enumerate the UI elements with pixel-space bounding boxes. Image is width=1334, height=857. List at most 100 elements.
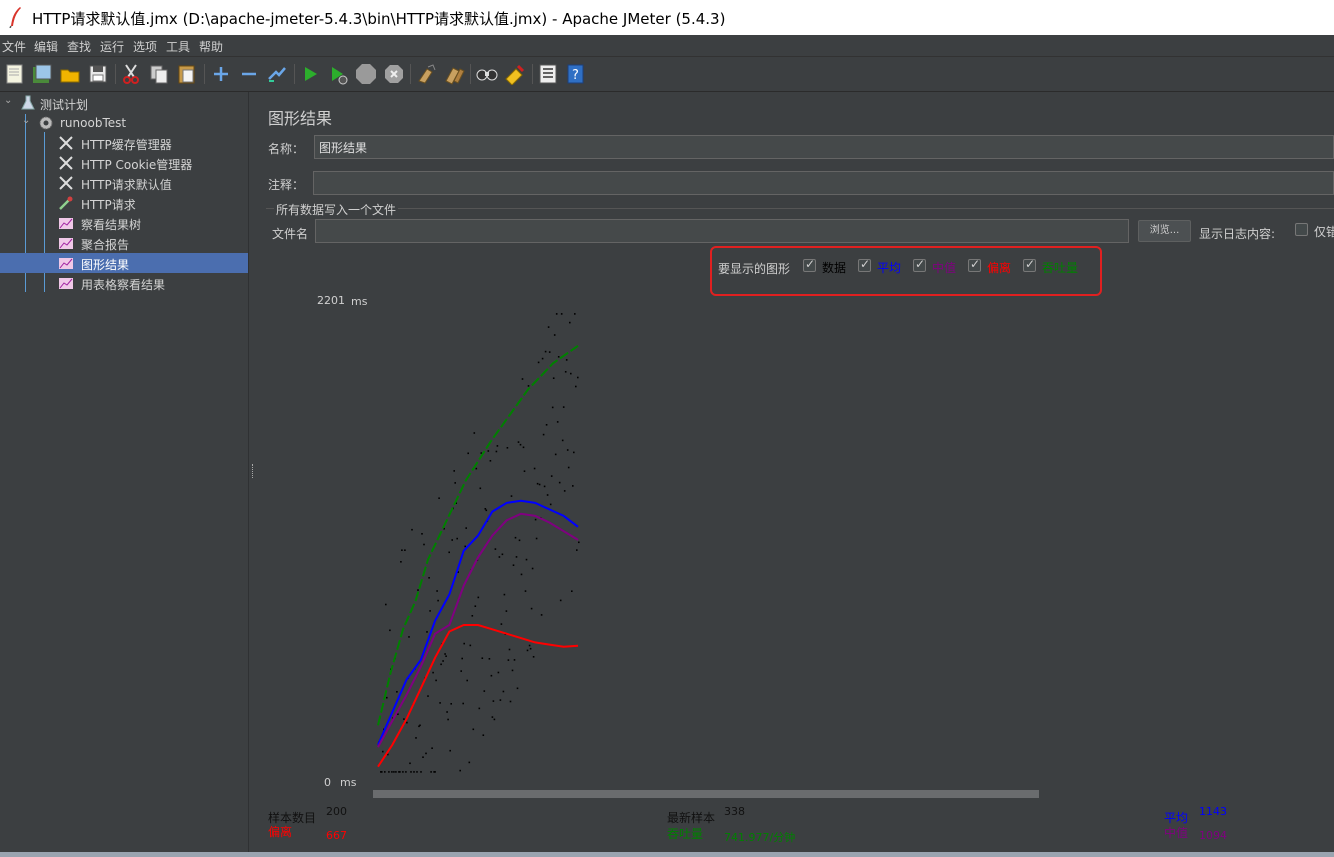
data-point — [427, 695, 429, 697]
y-min-unit: ms — [340, 776, 357, 789]
tree-node-results-tree[interactable]: 察看结果树 — [0, 213, 248, 233]
drag-handle-icon[interactable] — [252, 464, 255, 478]
data-point — [576, 549, 578, 551]
paste-icon[interactable] — [176, 63, 198, 85]
data-point — [432, 671, 434, 674]
comment-field[interactable] — [313, 171, 1334, 195]
data-point — [417, 589, 419, 591]
tree-node-table-results[interactable]: 用表格察看结果 — [0, 273, 248, 293]
data-point — [413, 771, 415, 773]
data-point — [543, 485, 546, 488]
data-point — [497, 671, 500, 674]
data-point — [438, 497, 440, 499]
window-titlebar: HTTP请求默认值.jmx (D:\apache-jmeter-5.4.3\bi… — [0, 0, 1334, 35]
menu-help[interactable]: 帮助 — [199, 38, 223, 55]
tree-node-cache-manager[interactable]: HTTP缓存管理器 — [0, 133, 248, 153]
data-point — [488, 658, 491, 660]
copy-icon[interactable] — [148, 63, 170, 85]
sample-count-value: 200 — [326, 805, 347, 818]
data-point — [492, 700, 495, 702]
open-icon[interactable] — [59, 63, 81, 85]
data-point — [385, 603, 387, 606]
data-point — [547, 326, 550, 328]
window-title: HTTP请求默认值.jmx (D:\apache-jmeter-5.4.3\bi… — [32, 10, 726, 28]
data-point — [525, 558, 528, 561]
data-point — [473, 432, 476, 434]
tree-node-request-defaults[interactable]: HTTP请求默认值 — [0, 173, 248, 193]
data-point — [444, 653, 446, 655]
tree-node-label: HTTP请求 — [81, 198, 136, 212]
menu-run[interactable]: 运行 — [100, 38, 124, 55]
reset-search-icon[interactable] — [504, 63, 526, 85]
chart-icon — [59, 258, 73, 269]
stop-icon[interactable] — [355, 63, 377, 85]
data-point — [434, 771, 436, 773]
data-point — [485, 509, 488, 512]
data-point — [409, 762, 411, 765]
data-point — [475, 467, 478, 470]
menu-edit[interactable]: 编辑 — [34, 38, 58, 55]
menu-tools[interactable]: 工具 — [166, 38, 190, 55]
menu-search[interactable]: 查找 — [67, 38, 91, 55]
data-point — [570, 372, 572, 375]
filename-field[interactable] — [315, 219, 1129, 243]
name-field[interactable] — [314, 135, 1334, 159]
save-icon[interactable] — [87, 63, 109, 85]
deviation-stat-label: 偏离 — [268, 825, 293, 839]
data-point — [571, 590, 573, 592]
data-point — [545, 424, 548, 426]
chevron-down-icon[interactable]: ⌄ — [22, 115, 30, 126]
data-point — [428, 577, 430, 579]
data-point — [482, 734, 485, 736]
data-point — [448, 551, 450, 554]
start-no-pause-icon[interactable] — [327, 63, 349, 85]
search-icon[interactable] — [476, 63, 498, 85]
data-point — [425, 752, 427, 755]
data-point — [453, 470, 455, 472]
tree-node-cookie-manager[interactable]: HTTP Cookie管理器 — [0, 153, 248, 173]
expand-icon[interactable] — [210, 63, 232, 85]
tree-node-label: runoobTest — [60, 116, 127, 130]
tree-node-aggregate-report[interactable]: 聚合报告 — [0, 233, 248, 253]
chart-icon — [59, 218, 73, 229]
data-point — [541, 357, 544, 360]
data-point — [462, 702, 464, 705]
data-point — [518, 539, 521, 542]
menu-file[interactable]: 文件 — [2, 38, 26, 55]
clear-all-icon[interactable] — [443, 63, 465, 85]
graph-scrollbar[interactable] — [373, 790, 1039, 798]
deviation-stat-value: 667 — [326, 829, 347, 842]
data-point — [496, 445, 499, 447]
chevron-down-icon[interactable]: ⌄ — [4, 95, 12, 106]
shutdown-icon[interactable] — [383, 63, 405, 85]
data-point — [507, 659, 510, 661]
data-point — [422, 756, 424, 758]
tree-node-http-request[interactable]: HTTP请求 — [0, 193, 248, 213]
help-icon[interactable]: ? — [565, 63, 587, 85]
median-stat-label: 中值 — [1164, 826, 1189, 840]
data-point — [483, 690, 486, 692]
data-point — [416, 771, 418, 773]
file-section-title: 所有数据写入一个文件 — [274, 201, 399, 218]
data-point — [499, 699, 502, 701]
errors-only-checkbox[interactable] — [1295, 223, 1308, 236]
split-pane-divider[interactable] — [249, 92, 258, 857]
clear-icon[interactable] — [415, 63, 437, 85]
tree-node-graph-results[interactable]: 图形结果 — [0, 253, 248, 273]
browse-button[interactable]: 浏览... — [1138, 220, 1191, 242]
cut-icon[interactable] — [120, 63, 142, 85]
function-helper-icon[interactable] — [537, 63, 559, 85]
data-point — [521, 378, 524, 380]
data-point — [449, 749, 451, 752]
tree-node-thread-group[interactable]: ⌄ runoobTest — [0, 113, 248, 133]
toggle-icon[interactable] — [266, 63, 288, 85]
start-icon[interactable] — [299, 63, 321, 85]
collapse-icon[interactable] — [238, 63, 260, 85]
tree-node-test-plan[interactable]: ⌄ 测试计划 — [0, 93, 248, 113]
data-point — [553, 334, 556, 336]
toolbar-separator — [410, 64, 411, 84]
templates-icon[interactable] — [31, 63, 53, 85]
data-point — [447, 718, 449, 721]
new-icon[interactable] — [4, 63, 26, 85]
menu-options[interactable]: 选项 — [133, 38, 157, 55]
